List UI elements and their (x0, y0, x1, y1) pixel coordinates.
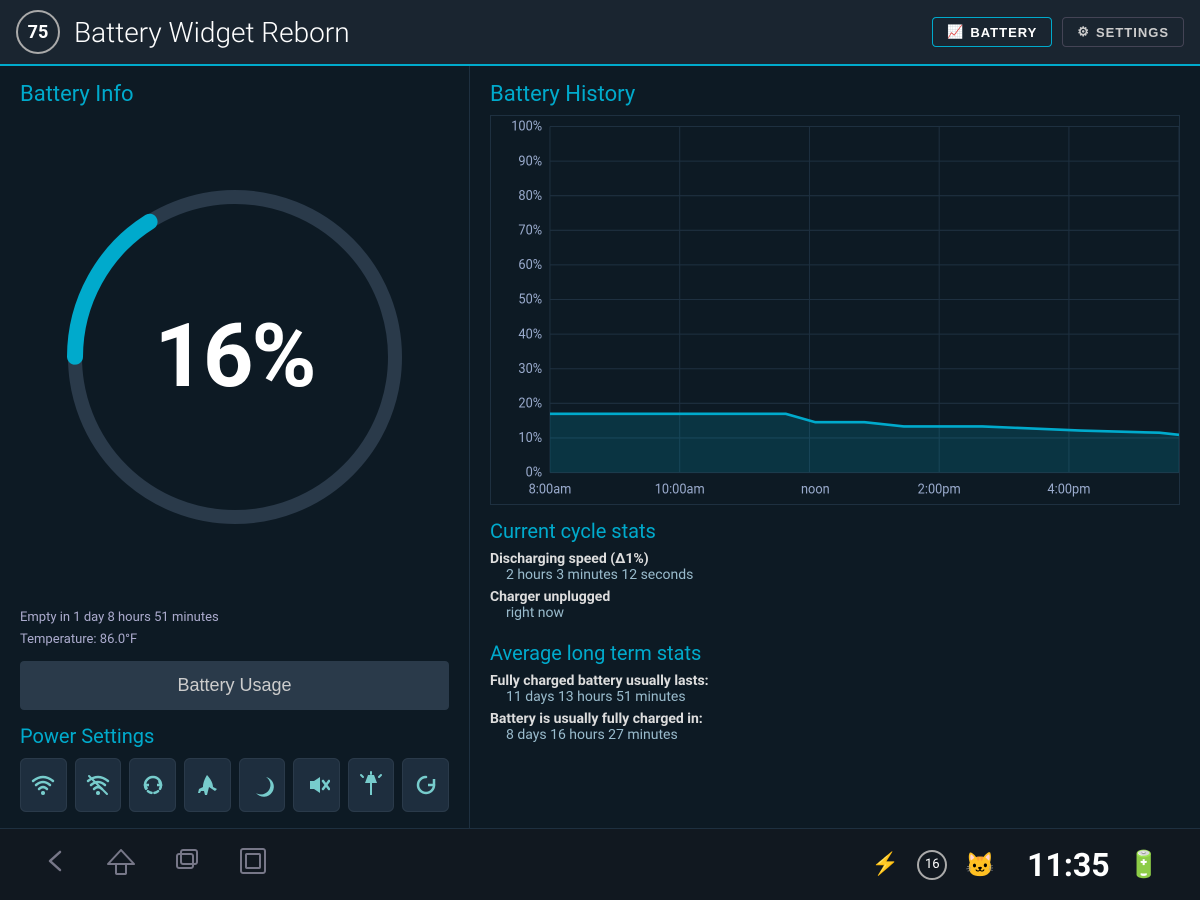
refresh-icon-button[interactable] (129, 758, 176, 812)
main-content: Battery Info 16% Empty in 1 day 8 hours … (0, 66, 1200, 828)
charger-label: Charger unplugged (490, 589, 1180, 605)
recents-icon[interactable] (172, 846, 202, 883)
discharging-value: 2 hours 3 minutes 12 seconds (490, 567, 1180, 583)
app-title: Battery Widget Reborn (74, 16, 932, 49)
discharging-label: Discharging speed (Δ1%) (490, 551, 1180, 567)
battery-history-chart: 100% 90% 80% 70% 60% 50% 40% 30% 20% 10%… (491, 116, 1179, 504)
charge-time-stat: Battery is usually fully charged in: 8 d… (490, 711, 1180, 743)
home-icon[interactable] (106, 846, 136, 883)
svg-text:60%: 60% (518, 258, 542, 273)
status-badge-small: 16 (917, 850, 947, 880)
wifi-off-icon-button[interactable] (75, 758, 122, 812)
charge-time-label: Battery is usually fully charged in: (490, 711, 1180, 727)
svg-text:2:00pm: 2:00pm (918, 482, 961, 497)
svg-text:70%: 70% (518, 223, 542, 238)
svg-text:100%: 100% (511, 119, 542, 134)
battery-badge: 75 (16, 10, 60, 54)
battery-info-title: Battery Info (20, 82, 449, 107)
wifi-icon-button[interactable] (20, 758, 67, 812)
cycle-stats-title: Current cycle stats (490, 519, 1180, 543)
svg-text:40%: 40% (518, 327, 542, 342)
charge-time-value: 8 days 16 hours 27 minutes (490, 727, 1180, 743)
bottombar: ⚡ 16 🐱 11:35 🔋 (0, 828, 1200, 900)
svg-text:noon: noon (801, 482, 830, 497)
power-icons-container (20, 758, 449, 812)
charged-stat: Fully charged battery usually lasts: 11 … (490, 673, 1180, 705)
svg-text:50%: 50% (518, 292, 542, 307)
discharging-stat: Discharging speed (Δ1%) 2 hours 3 minute… (490, 551, 1180, 583)
airplane-icon-button[interactable] (184, 758, 231, 812)
usb-icon: ⚡ (872, 852, 899, 877)
moon-icon-button[interactable] (239, 758, 286, 812)
top-nav: 📈 BATTERY ⚙ SETTINGS (932, 17, 1184, 47)
right-panel: Battery History (470, 66, 1200, 828)
power-settings-title: Power Settings (20, 724, 449, 748)
battery-chart-icon: 📈 (947, 24, 964, 40)
gear-icon: ⚙ (1077, 24, 1090, 40)
battery-meta: Empty in 1 day 8 hours 51 minutes Temper… (20, 607, 449, 651)
empty-time: Empty in 1 day 8 hours 51 minutes (20, 607, 449, 629)
svg-text:10:00am: 10:00am (655, 482, 705, 497)
charged-label: Fully charged battery usually lasts: (490, 673, 1180, 689)
battery-indicator-icon: 🔋 (1128, 850, 1160, 880)
status-icons: ⚡ 16 🐱 11:35 🔋 (872, 846, 1160, 884)
svg-text:80%: 80% (518, 189, 542, 204)
avg-stats-title: Average long term stats (490, 641, 1180, 665)
flashlight-icon-button[interactable] (348, 758, 395, 812)
screenshot-icon[interactable] (238, 846, 268, 883)
svg-text:4:00pm: 4:00pm (1047, 482, 1090, 497)
svg-text:20%: 20% (518, 396, 542, 411)
svg-text:90%: 90% (518, 154, 542, 169)
mute-icon-button[interactable] (293, 758, 340, 812)
svg-text:0%: 0% (526, 465, 543, 480)
back-icon[interactable] (40, 846, 70, 883)
battery-usage-button[interactable]: Battery Usage (20, 661, 449, 710)
svg-text:10%: 10% (518, 431, 542, 446)
charger-value: right now (490, 605, 1180, 621)
settings-nav-button[interactable]: ⚙ SETTINGS (1062, 17, 1184, 47)
charged-value: 11 days 13 hours 51 minutes (490, 689, 1180, 705)
gauge-percent: 16% (154, 305, 314, 408)
chart-container: 100% 90% 80% 70% 60% 50% 40% 30% 20% 10%… (490, 115, 1180, 505)
temperature: Temperature: 86.0°F (20, 629, 449, 651)
gauge-container: 16% (20, 117, 449, 597)
charger-stat: Charger unplugged right now (490, 589, 1180, 621)
cat-icon: 🐱 (965, 851, 995, 879)
nav-icons (40, 846, 872, 883)
svg-text:8:00am: 8:00am (529, 482, 572, 497)
reset-icon-button[interactable] (402, 758, 449, 812)
clock: 11:35 (1027, 846, 1109, 884)
topbar: 75 Battery Widget Reborn 📈 BATTERY ⚙ SET… (0, 0, 1200, 66)
svg-text:30%: 30% (518, 362, 542, 377)
left-panel: Battery Info 16% Empty in 1 day 8 hours … (0, 66, 470, 828)
battery-nav-button[interactable]: 📈 BATTERY (932, 17, 1052, 47)
battery-history-title: Battery History (490, 82, 1180, 107)
